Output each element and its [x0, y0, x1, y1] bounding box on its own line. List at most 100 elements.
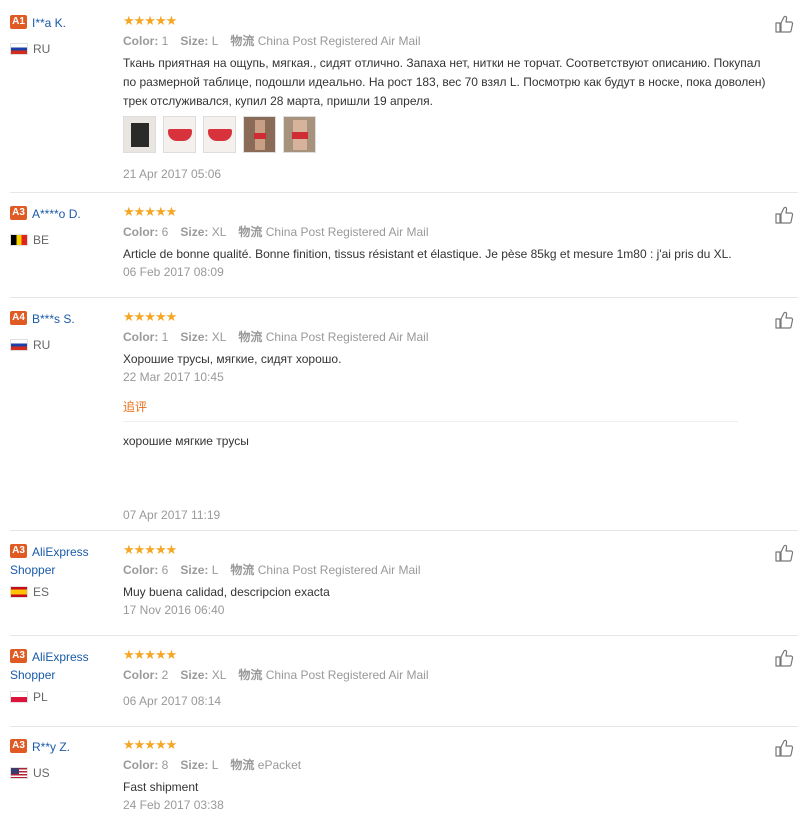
reviewer-info: A3 AliExpress Shopper ES	[10, 543, 114, 599]
rating-stars: ★★★★★	[123, 309, 177, 324]
review-item: A3 AliExpress Shopper ES ★★★★★ Color: 6 Si…	[10, 543, 798, 633]
belgium-flag-icon	[10, 234, 28, 246]
reviewer-info: A3 AliExpress Shopper PL	[10, 648, 114, 704]
country-code: BE	[33, 233, 50, 247]
color-label: Color:	[123, 330, 159, 344]
buyer-level-badge: A1	[10, 15, 27, 29]
country-code: ES	[33, 585, 50, 599]
review-date: 21 Apr 2017 05:06	[123, 167, 222, 181]
color-value: 8	[161, 758, 169, 772]
review-photos	[123, 116, 738, 153]
review-photo[interactable]	[163, 116, 196, 153]
review-text: Ткань приятная на ощупь, мягкая., сидят …	[123, 56, 766, 108]
thumbs-up-icon[interactable]	[774, 310, 794, 330]
size-value: XL	[211, 225, 227, 239]
color-value: 6	[161, 225, 169, 239]
order-attributes: Color: 1 Size: L 物流 China Post Registered …	[123, 33, 738, 49]
size-value: XL	[211, 668, 227, 682]
logistics-label: 物流	[230, 34, 255, 48]
size-value: L	[211, 758, 219, 772]
rating-stars: ★★★★★	[123, 204, 177, 219]
reviewer-name[interactable]: A****o D.	[32, 207, 81, 221]
logistics-label: 物流	[238, 668, 263, 682]
review-body: ★★★★★ Color: 2 Size: XL 物流 China Post Regi…	[123, 648, 738, 709]
color-value: 1	[161, 34, 169, 48]
thumbs-up-icon[interactable]	[774, 14, 794, 34]
additional-feedback-text: хорошие мягкие трусы	[123, 434, 249, 448]
color-label: Color:	[123, 225, 159, 239]
logistics-label: 物流	[238, 330, 263, 344]
size-value: L	[211, 34, 219, 48]
size-label: Size:	[180, 563, 209, 577]
size-label: Size:	[180, 758, 209, 772]
review-divider	[10, 297, 798, 298]
order-attributes: Color: 6 Size: XL 物流 China Post Registered…	[123, 224, 738, 240]
spain-flag-icon	[10, 586, 28, 598]
review-photo[interactable]	[123, 116, 156, 153]
review-divider	[10, 530, 798, 531]
size-value: XL	[211, 330, 227, 344]
reviewer-country: PL	[10, 690, 114, 704]
order-attributes: Color: 1 Size: XL 物流 China Post Registered…	[123, 329, 738, 345]
logistics-value: China Post Registered Air Mail	[257, 34, 421, 48]
logistics-label: 物流	[238, 225, 263, 239]
review-photo[interactable]	[243, 116, 276, 153]
poland-flag-icon	[10, 691, 28, 703]
reviewer-country: RU	[10, 338, 114, 352]
color-label: Color:	[123, 563, 159, 577]
logistics-value: ePacket	[257, 758, 302, 772]
thumbs-up-icon[interactable]	[774, 738, 794, 758]
review-text: Хорошие трусы, мягкие, сидят хорошо.	[123, 352, 342, 366]
buyer-level-badge: A3	[10, 649, 27, 663]
rating-stars: ★★★★★	[123, 542, 177, 557]
reviewer-name[interactable]: B***s S.	[32, 312, 75, 326]
country-code: US	[33, 766, 50, 780]
additional-feedback-date: 07 Apr 2017 11:19	[123, 508, 221, 522]
reviewer-country: US	[10, 766, 114, 780]
color-value: 1	[161, 330, 169, 344]
review-date: 06 Feb 2017 08:09	[123, 265, 224, 279]
logistics-value: China Post Registered Air Mail	[265, 668, 429, 682]
review-photo[interactable]	[283, 116, 316, 153]
reviewer-name[interactable]: R**y Z.	[32, 740, 70, 754]
reviewer-name[interactable]: I**a K.	[32, 16, 66, 30]
logistics-value: China Post Registered Air Mail	[265, 225, 429, 239]
country-code: RU	[33, 338, 51, 352]
color-label: Color:	[123, 34, 159, 48]
color-label: Color:	[123, 668, 159, 682]
buyer-level-badge: A3	[10, 739, 27, 753]
buyer-level-badge: A4	[10, 311, 27, 325]
review-date: 17 Nov 2016 06:40	[123, 603, 225, 617]
review-body: ★★★★★ Color: 6 Size: L 物流 China Post Regis…	[123, 543, 738, 618]
review-body: ★★★★★ Color: 1 Size: L 物流 China Post Regis…	[123, 14, 766, 182]
size-label: Size:	[180, 225, 209, 239]
thumbs-up-icon[interactable]	[774, 205, 794, 225]
reviewer-info: A1 I**a K. RU	[10, 14, 114, 56]
usa-flag-icon	[10, 767, 28, 779]
country-code: PL	[33, 690, 48, 704]
size-value: L	[211, 563, 219, 577]
additional-feedback-divider	[123, 421, 738, 422]
review-divider	[10, 726, 798, 727]
order-attributes: Color: 2 Size: XL 物流 China Post Registered…	[123, 667, 738, 683]
color-value: 2	[161, 668, 169, 682]
reviewer-country: ES	[10, 585, 114, 599]
review-item: A3 AliExpress Shopper PL ★★★★★ Color: 2 Si…	[10, 648, 798, 724]
order-attributes: Color: 8 Size: L 物流 ePacket	[123, 757, 738, 773]
reviewer-country: BE	[10, 233, 114, 247]
additional-feedback-label: 追评	[123, 400, 148, 414]
size-label: Size:	[180, 330, 209, 344]
thumbs-up-icon[interactable]	[774, 648, 794, 668]
thumbs-up-icon[interactable]	[774, 543, 794, 563]
review-text: Article de bonne qualité. Bonne finition…	[123, 247, 732, 261]
size-label: Size:	[180, 668, 209, 682]
size-label: Size:	[180, 34, 209, 48]
review-item: A1 I**a K. RU ★★★★★ Color: 1 Size: L 物流 Chi…	[10, 14, 798, 194]
review-date: 22 Mar 2017 10:45	[123, 370, 224, 384]
review-text: Muy buena calidad, descripcion exacta	[123, 585, 330, 599]
review-photo[interactable]	[203, 116, 236, 153]
logistics-value: China Post Registered Air Mail	[265, 330, 429, 344]
review-body: ★★★★★ Color: 1 Size: XL 物流 China Post Regi…	[123, 310, 738, 523]
review-body: ★★★★★ Color: 6 Size: XL 物流 China Post Regi…	[123, 205, 738, 280]
buyer-level-badge: A3	[10, 206, 27, 220]
